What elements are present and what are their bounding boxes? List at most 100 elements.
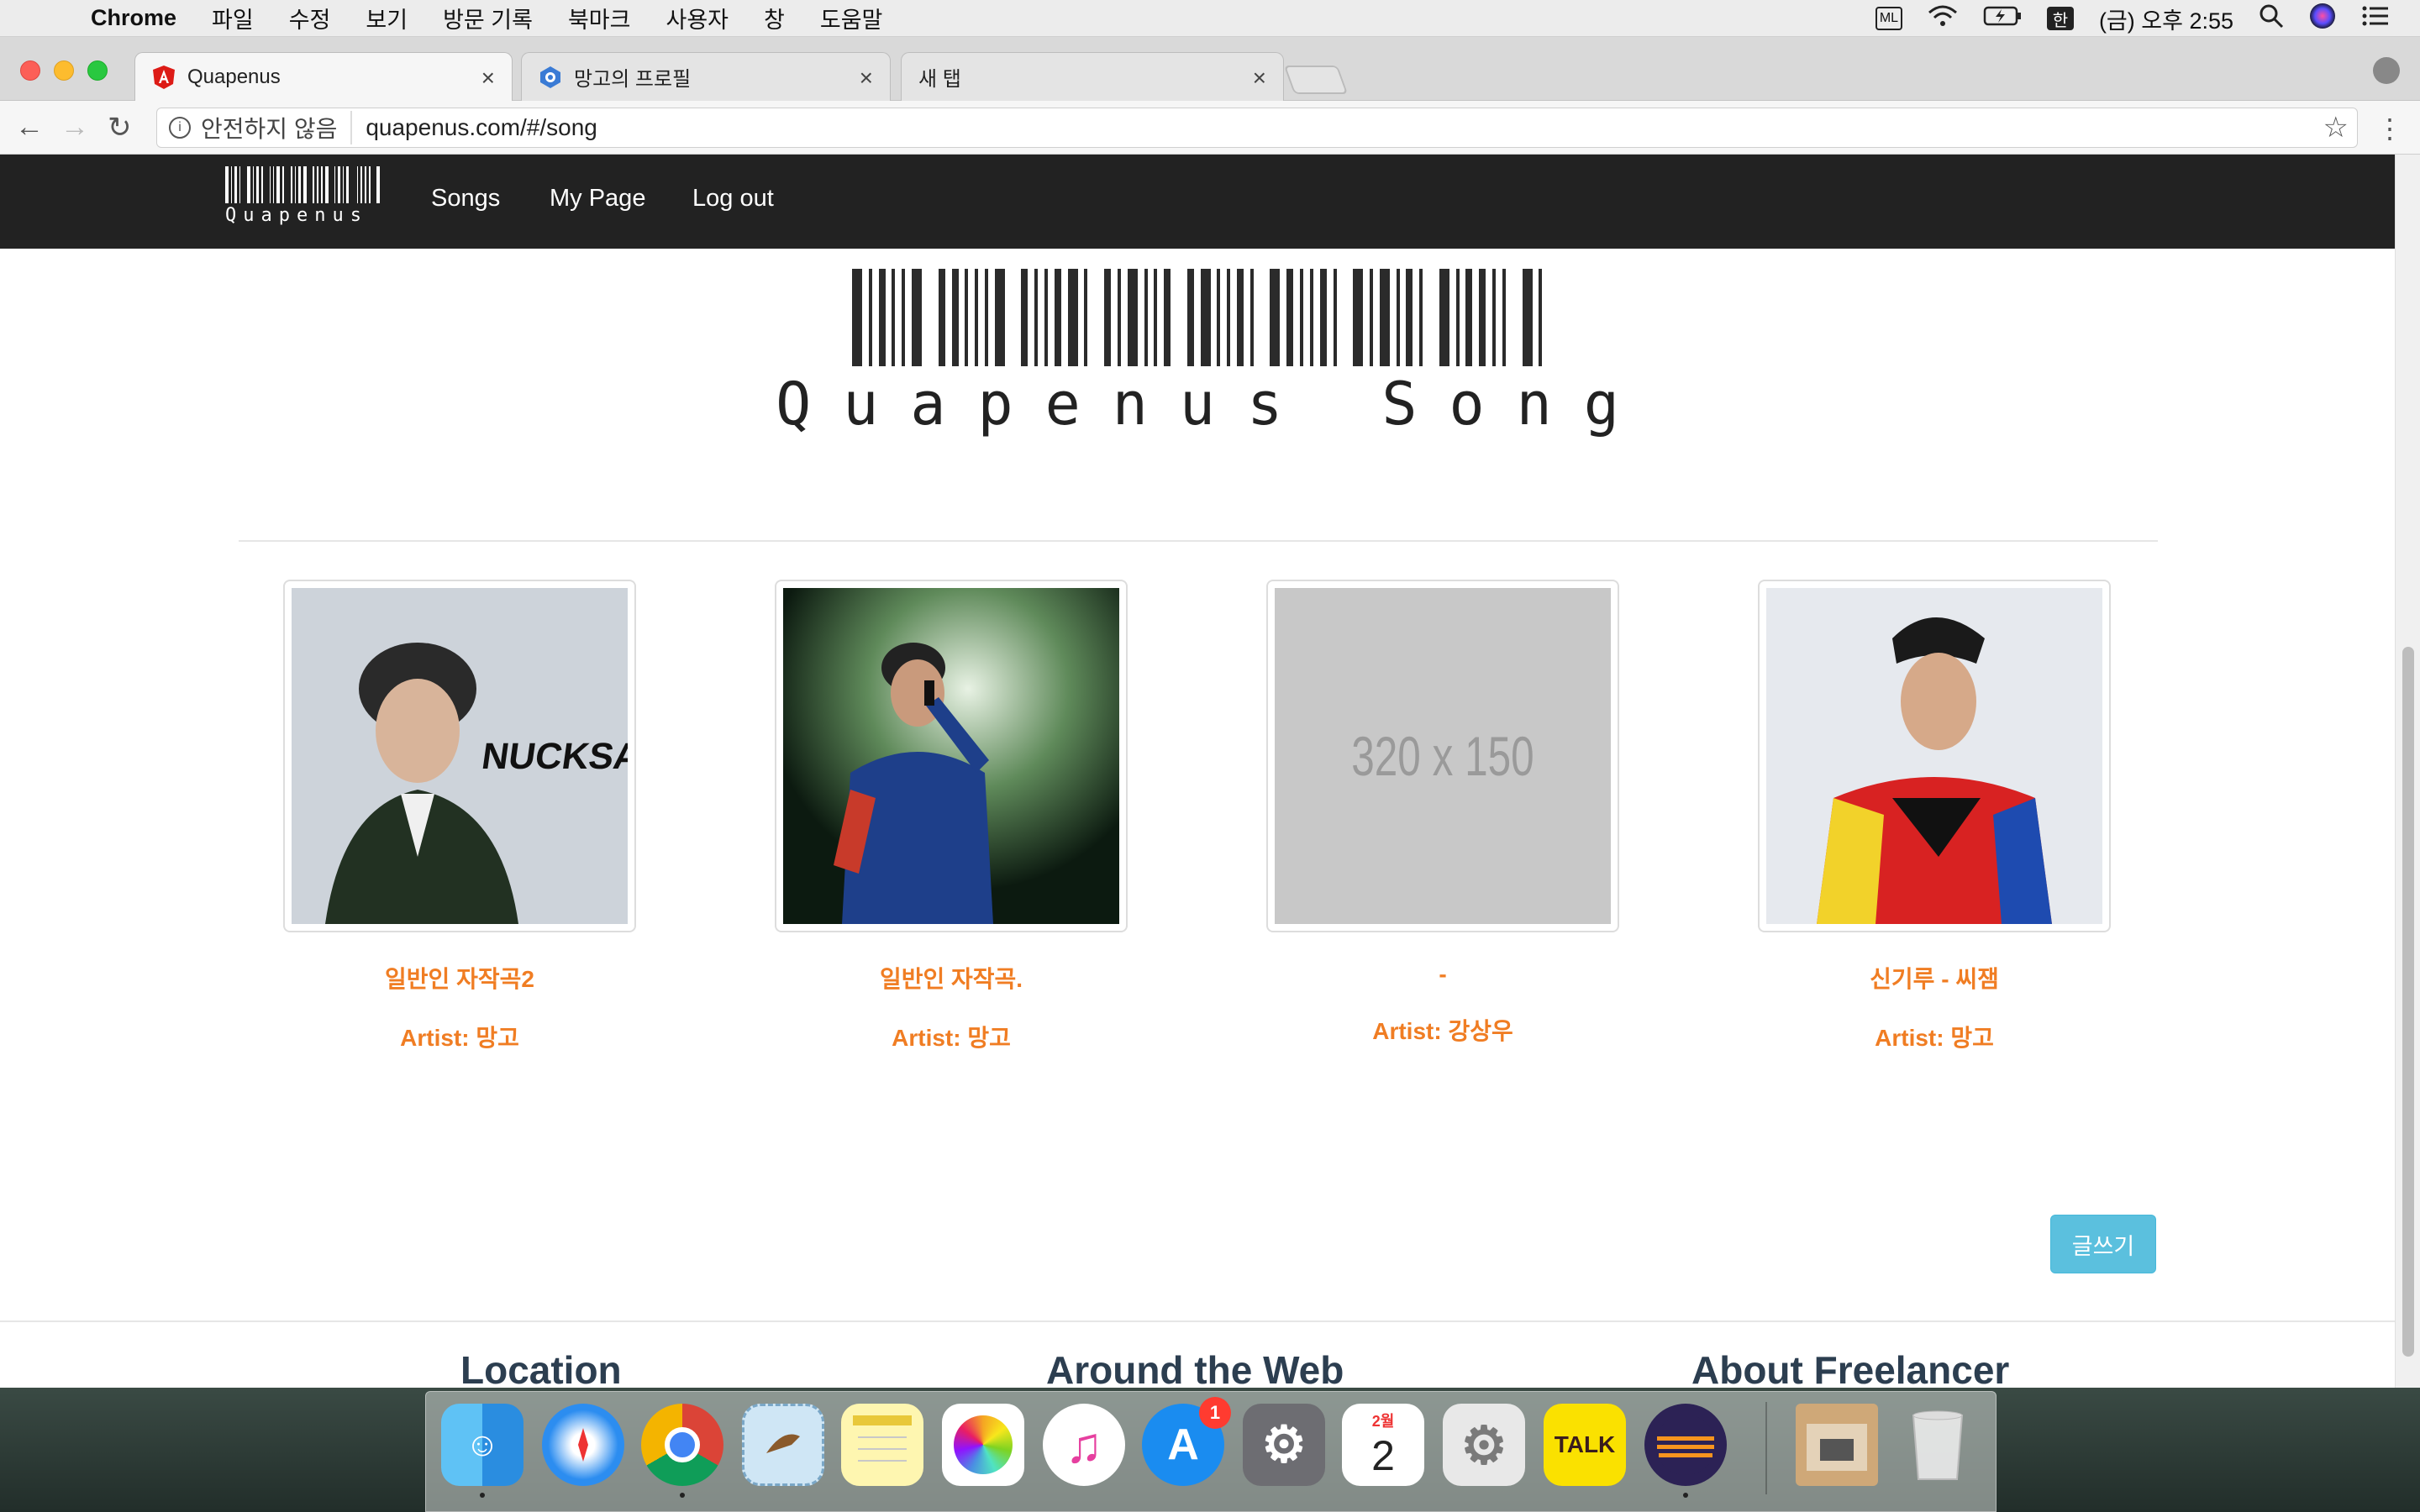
barcode-bar [1396,269,1400,366]
close-tab-icon[interactable]: × [1253,65,1266,92]
chrome-menu-icon[interactable]: ⋮ [2376,113,2403,144]
app-store-icon[interactable]: A1 [1142,1397,1231,1486]
forward-arrow-icon[interactable]: → [60,111,89,144]
barcode-bar [951,269,959,366]
scrollbar-thumb[interactable] [2402,647,2414,1357]
tab-label: 망고의 프로필 [574,68,692,91]
menu-help[interactable]: 도움말 [820,2,883,34]
downloads-stack-icon[interactable] [1796,1404,1878,1486]
chrome-profile-icon[interactable] [2373,57,2400,84]
battery-icon[interactable] [1983,5,2022,33]
page-viewport: Quapenus Songs My Page Log out Quapenus … [0,155,2395,1388]
barcode-bar [1333,269,1337,366]
barcode-bar [356,166,359,203]
menu-bookmarks[interactable]: 북마크 [568,2,631,34]
barcode-bar [1419,269,1423,366]
chrome-icon[interactable] [641,1404,723,1498]
barcode-bar [902,269,906,366]
brand-logo[interactable]: Quapenus [225,166,381,234]
app-store-badge: 1 [1199,1397,1231,1429]
barcode-bar [1379,269,1390,366]
barcode-bar [892,269,896,366]
song-cover-image[interactable] [783,588,1119,924]
minimize-window-button[interactable] [54,60,74,81]
song-card[interactable]: NUCKSAL 일반인 자작곡2 Artist: 망고 [283,580,636,1053]
song-thumbnail[interactable] [1758,580,2111,932]
back-arrow-icon[interactable]: ← [15,111,44,144]
wifi-icon[interactable] [1928,4,1958,34]
tab-profile[interactable]: 망고의 프로필 × [521,52,891,101]
nav-log-out-link[interactable]: Log out [692,185,774,213]
mail-icon[interactable] [742,1404,824,1486]
notes-icon[interactable] [841,1404,923,1486]
write-post-button[interactable]: 글쓰기 [2050,1215,2156,1273]
song-cover-image[interactable] [1766,588,2102,924]
close-window-button[interactable] [20,60,40,81]
spotlight-search-icon[interactable] [2259,3,2284,34]
menu-file[interactable]: 파일 [212,2,254,34]
eclipse-icon[interactable] [1644,1404,1727,1498]
barcode-bar [342,166,345,203]
finder-icon[interactable]: ☺ [441,1404,523,1498]
barcode-bar [1067,269,1078,366]
safari-icon[interactable] [542,1404,624,1486]
close-tab-icon[interactable]: × [860,65,873,92]
notification-center-icon[interactable] [2361,4,2390,34]
close-tab-icon[interactable]: × [481,65,495,92]
photos-icon[interactable] [942,1404,1024,1486]
song-card[interactable]: 신기루 - 씨잼 Artist: 망고 [1758,580,2111,1053]
menu-edit[interactable]: 수정 [289,2,331,34]
input-source-indicator[interactable]: 한 [2046,7,2074,30]
siri-icon[interactable] [2309,3,2336,35]
barcode-bar [1455,269,1460,366]
bookmark-star-icon[interactable]: ☆ [2323,111,2349,144]
zoom-window-button[interactable] [87,60,108,81]
new-tab-button[interactable] [1283,66,1349,94]
kakaotalk-icon[interactable]: TALK [1544,1404,1626,1486]
song-thumbnail[interactable]: NUCKSAL [283,580,636,932]
song-thumbnail[interactable]: 320 x 150 [1266,580,1619,932]
trash-icon[interactable] [1897,1404,1979,1486]
menu-window[interactable]: 창 [764,2,785,34]
kakaotalk-label: TALK [1554,1431,1616,1457]
song-card[interactable]: 320 x 150 - Artist: 강상우 [1266,580,1619,1047]
footer-about-heading: About Freelancer [1691,1348,2010,1388]
nav-my-page-link[interactable]: My Page [550,185,645,213]
barcode-bar [1104,269,1112,366]
barcode-bar [1539,269,1543,366]
macos-dock: ☺ ♫ A1 ⚙ 2월 2 ⚙ TALK [425,1391,1996,1512]
song-title[interactable]: 일반인 자작곡. [775,961,1128,995]
security-indicator[interactable]: 안전하지 않음 [201,111,353,144]
barcode-logo-icon [225,166,381,203]
menu-people[interactable]: 사용자 [666,2,729,34]
menu-history[interactable]: 방문 기록 [443,2,533,34]
url-text[interactable]: quapenus.com/#/song [366,114,597,141]
system-preferences-icon[interactable]: ⚙ [1243,1404,1325,1486]
menu-view[interactable]: 보기 [366,2,408,34]
song-title[interactable]: 일반인 자작곡2 [283,961,636,995]
address-bar[interactable]: i 안전하지 않음 quapenus.com/#/song ☆ [156,108,2358,148]
tab-quapenus[interactable]: Quapenus × [134,52,513,101]
nav-songs-link[interactable]: Songs [431,185,500,213]
barcode-bar [868,269,872,366]
barcode-bar [364,166,367,203]
reload-icon[interactable]: ↻ [108,111,132,144]
menu-app-name[interactable]: Chrome [91,5,176,31]
tab-new[interactable]: 새 탭 × [901,52,1284,101]
song-title[interactable]: - [1266,961,1619,988]
angular-favicon-icon [152,65,176,89]
song-card[interactable]: 일반인 자작곡. Artist: 망고 [775,580,1128,1053]
barcode-bar [1319,269,1327,366]
utility-gear-icon[interactable]: ⚙ [1443,1404,1525,1486]
barcode-bar [239,166,241,203]
calendar-icon[interactable]: 2월 2 [1342,1404,1424,1486]
song-cover-image[interactable]: NUCKSAL [292,588,628,924]
ml-status-icon[interactable]: ML [1875,7,1902,30]
placeholder-image[interactable]: 320 x 150 [1275,588,1611,924]
page-scrollbar[interactable] [2395,155,2420,1388]
song-thumbnail[interactable] [775,580,1128,932]
info-icon[interactable]: i [169,117,191,139]
itunes-icon[interactable]: ♫ [1043,1404,1125,1486]
song-title[interactable]: 신기루 - 씨잼 [1758,961,2111,995]
menubar-clock[interactable]: (금) 오후 2:55 [2099,3,2233,35]
